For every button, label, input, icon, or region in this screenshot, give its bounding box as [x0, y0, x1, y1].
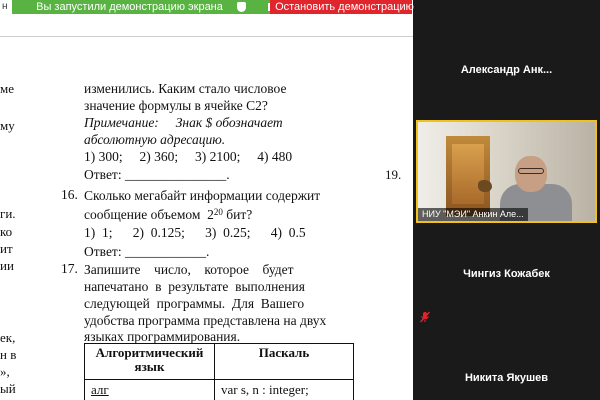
q16-options: 1) 1; 2) 0.125; 3) 0.25; 4) 0.5 — [84, 225, 306, 240]
stop-share-button[interactable]: Остановить демонстрацию — [268, 0, 414, 14]
q16-line: Сколько мегабайт информации содержит — [84, 188, 321, 203]
q16-line2: сообщение объемом 220 бит? — [84, 206, 252, 223]
q17-line: удобства программа представлена на двух — [84, 313, 327, 328]
q16-line2-tail: бит? — [222, 207, 253, 222]
video-butterfly-decoration — [478, 180, 492, 192]
share-bar-edge: н — [0, 0, 12, 14]
left-column-fragment: ый — [0, 381, 16, 396]
participant-name: Александр Анк... — [460, 64, 553, 76]
page-divider — [0, 36, 413, 37]
stop-share-label: Остановить демонстрацию — [275, 1, 414, 13]
left-column-fragment: н в — [0, 347, 17, 362]
left-column-fragment: ии — [0, 258, 14, 273]
participant-tile[interactable]: Чингиз Кожабек — [413, 256, 600, 292]
next-column-question-number: 19. — [385, 167, 402, 182]
q15-line: изменились. Каким стало числовое — [84, 81, 287, 96]
video-person-head — [515, 156, 547, 192]
q16-answer: Ответ: ____________. — [84, 244, 210, 259]
table-header-row: Алгоритмический язык Паскаль — [84, 342, 354, 381]
table-header-alg: Алгоритмический язык — [84, 342, 215, 381]
video-name-caption: НИУ "МЭИ" Анкин Але... — [418, 208, 528, 221]
sharing-status-indicator[interactable]: Вы запустили демонстрацию экрана — [12, 0, 270, 14]
table-header-pascal: Паскаль — [214, 342, 354, 381]
left-column-fragment: ме — [0, 81, 14, 96]
left-column-fragment: ги. — [0, 206, 16, 221]
q15-note-text: Знак $ обозначает — [175, 115, 283, 130]
sharing-status-label: Вы запустили демонстрацию экрана — [36, 1, 223, 13]
q17-line: следующей программы. Для Вашего — [84, 296, 305, 311]
screen-share-bar: н Вы запустили демонстрацию экрана Остан… — [0, 0, 414, 14]
table-row: алг var s, n : integer; — [84, 379, 354, 400]
left-column-fragment: ко — [0, 224, 13, 239]
q15-line: значение формулы в ячейке С2? — [84, 98, 268, 113]
table-cell-pascal: var s, n : integer; — [214, 379, 354, 400]
participant-name: Никита Якушев — [464, 372, 549, 384]
program-table: Алгоритмический язык Паскаль алг var s, … — [84, 342, 354, 400]
q15-note: Примечание: Знак $ обозначает — [84, 114, 283, 131]
q15-note-label: Примечание: — [84, 115, 159, 130]
left-column-fragment: ек, — [0, 330, 16, 345]
participant-tile[interactable]: Александр Анк... — [413, 52, 600, 88]
left-column-fragment: му — [0, 118, 15, 133]
q15-note-line2: абсолютную адресацию. — [84, 132, 226, 147]
video-shelf-light — [452, 144, 484, 204]
q16-number: 16. — [61, 187, 78, 202]
participant-tile[interactable]: Никита Якушев — [413, 360, 600, 396]
q15-options: 1) 300; 2) 360; 3) 2100; 4) 480 — [84, 149, 293, 164]
left-column-fragment: », — [0, 364, 10, 379]
table-cell-alg: алг — [84, 379, 215, 400]
shared-document: ме му ги. ко ит ии ек, н в », ый 19. изм… — [0, 0, 413, 400]
participant-name: Чингиз Кожабек — [463, 268, 550, 280]
participant-video-tile[interactable]: НИУ "МЭИ" Анкин Але... — [416, 120, 597, 223]
q16-line2-text: сообщение объемом 2 — [84, 207, 214, 222]
mic-muted-icon — [419, 311, 431, 323]
video-person-glasses — [518, 168, 544, 174]
stop-square-icon — [268, 3, 271, 11]
q17-line: напечатано в результате выполнения — [84, 279, 305, 294]
left-column-fragment: ит — [0, 241, 13, 256]
q15-answer: Ответ: _______________. — [84, 167, 230, 182]
q17-number: 17. — [61, 261, 78, 276]
q17-line: Запишите число, которое будет — [84, 262, 294, 277]
participants-panel: Александр Анк... НИУ "МЭИ" Анкин Але... … — [413, 0, 600, 400]
q16-exponent: 20 — [213, 207, 223, 217]
shield-icon — [236, 2, 246, 12]
